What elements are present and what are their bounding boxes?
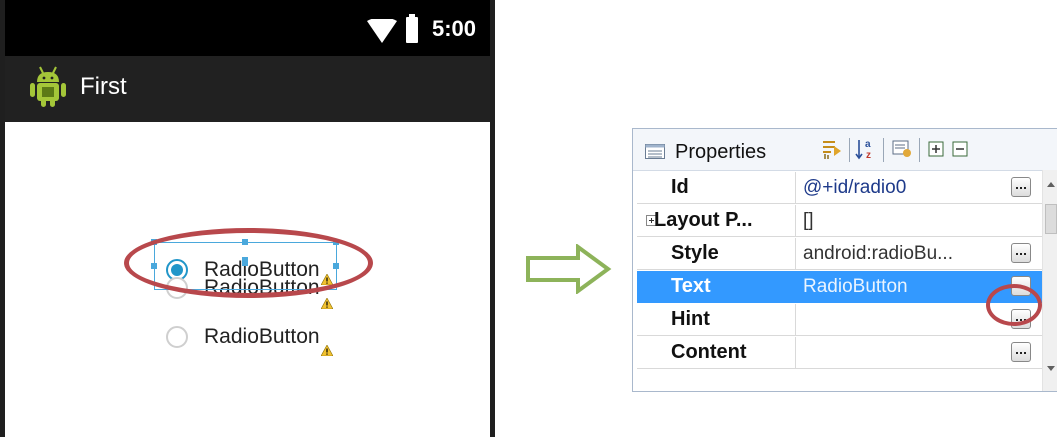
property-value[interactable]: RadioButton xyxy=(803,276,908,298)
property-row-hint[interactable]: Hint xyxy=(637,304,1042,337)
app-title: First xyxy=(80,73,127,100)
property-name: Hint xyxy=(671,308,710,330)
property-name: Id xyxy=(671,176,689,198)
property-name-cell: Text xyxy=(637,271,796,303)
property-row-text[interactable]: Text RadioButton xyxy=(637,271,1042,304)
property-row-content[interactable]: Content xyxy=(637,337,1042,370)
advanced-icon[interactable] xyxy=(891,138,913,160)
android-icon xyxy=(30,66,66,107)
property-name-cell: Layout P... xyxy=(637,205,796,237)
phone-frame-right xyxy=(490,0,495,437)
property-name: Style xyxy=(671,242,719,264)
android-preview: 5:00 First RadioButton RadioButton Radio… xyxy=(0,0,495,437)
scroll-down-icon[interactable] xyxy=(1047,366,1055,371)
vertical-scrollbar[interactable] xyxy=(1042,170,1057,391)
arrow-right-icon xyxy=(526,244,612,294)
status-time: 5:00 xyxy=(432,16,477,41)
property-value-cell[interactable]: android:radioBu... xyxy=(796,238,1042,270)
property-name: Content xyxy=(671,341,747,363)
scroll-thumb[interactable] xyxy=(1045,204,1057,234)
property-value[interactable]: @+id/radio0 xyxy=(803,177,906,199)
svg-text:a: a xyxy=(865,139,871,150)
toolbar-separator xyxy=(883,138,884,162)
property-name-cell: Style xyxy=(637,238,796,270)
radio-label: RadioButton xyxy=(204,325,320,348)
warning-icon xyxy=(321,298,333,309)
property-row-layout-params[interactable]: Layout P... [] xyxy=(637,205,1042,238)
property-name-cell: Content xyxy=(637,337,796,369)
scroll-up-icon[interactable] xyxy=(1047,182,1055,187)
property-name: Text xyxy=(671,275,711,297)
property-value-cell[interactable]: [] xyxy=(796,205,1042,237)
status-bar: 5:00 xyxy=(0,0,495,56)
collapse-all-icon[interactable] xyxy=(950,138,972,160)
highlight-ellipse-button xyxy=(986,284,1042,326)
property-value-cell[interactable] xyxy=(796,337,1042,369)
warning-icon xyxy=(321,345,333,356)
property-name-cell: Hint xyxy=(637,304,796,336)
property-value[interactable]: [] xyxy=(803,210,814,232)
action-bar: First xyxy=(0,56,495,122)
ellipsis-button[interactable] xyxy=(1011,177,1031,197)
property-row-style[interactable]: Style android:radioBu... xyxy=(637,238,1042,271)
ellipsis-button[interactable] xyxy=(1011,342,1031,362)
filter-icon[interactable] xyxy=(821,138,843,160)
properties-icon xyxy=(645,144,665,159)
toolbar-separator xyxy=(849,138,850,162)
ellipsis-button[interactable] xyxy=(1011,243,1031,263)
phone-frame-left xyxy=(0,0,5,437)
svg-text:z: z xyxy=(866,150,871,160)
property-value-cell[interactable]: @+id/radio0 xyxy=(796,172,1042,204)
property-name: Layout P... xyxy=(654,209,753,231)
radio-button-3[interactable]: RadioButton xyxy=(166,322,320,352)
property-row-id[interactable]: Id @+id/radio0 xyxy=(637,172,1042,205)
battery-icon xyxy=(406,14,418,43)
radio-circle[interactable] xyxy=(166,326,188,348)
toolbar-separator xyxy=(919,138,920,162)
properties-title: Properties xyxy=(675,141,767,163)
sort-alpha-icon[interactable]: a z xyxy=(855,138,877,160)
properties-panel: Properties a z Id @+id/radio0 Layout P..… xyxy=(632,128,1057,392)
property-value[interactable]: android:radioBu... xyxy=(803,243,953,265)
properties-header: Properties a z xyxy=(633,129,1057,171)
property-name-cell: Id xyxy=(637,172,796,204)
expand-all-icon[interactable] xyxy=(926,138,948,160)
highlight-ellipse xyxy=(124,228,373,298)
wifi-icon xyxy=(367,19,397,43)
